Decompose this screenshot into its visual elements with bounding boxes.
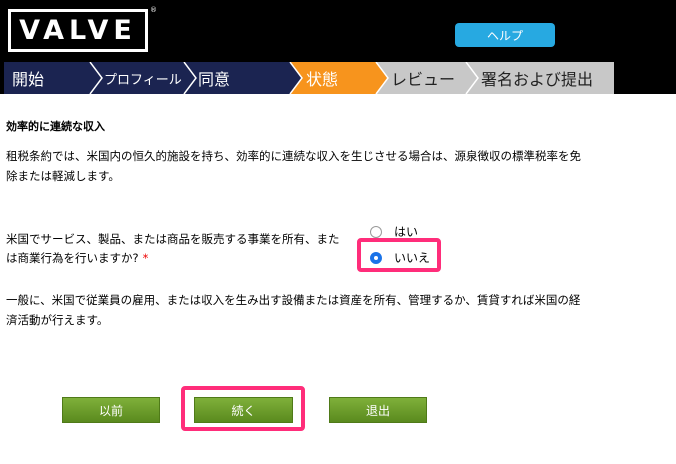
radio-no[interactable] [370,251,382,264]
valve-logo: VALVE [8,9,148,52]
step-status: 状態 [306,62,338,94]
form-content: 効率的に連続な収入 租税条約では、米国内の恒久的施設を持ち、効率的に連続な収入を… [0,94,676,464]
step-start: 開始 [12,62,44,94]
radio-yes[interactable] [370,225,382,238]
business-question: 米国でサービス、製品、または商品を販売する事業を所有、または商業行為を行いますか… [6,230,346,268]
step-label: 状態 [306,70,339,89]
continue-button[interactable]: 続く [194,397,293,423]
question-text: 米国でサービス、製品、または商品を販売する事業を所有、または商業行為を行いますか… [6,232,340,265]
step-label: プロフィール [104,72,182,88]
exit-button[interactable]: 退出 [329,397,427,423]
step-label: レビュー [391,70,456,89]
previous-button[interactable]: 以前 [62,397,160,423]
required-mark: * [142,251,149,265]
step-label: 同意 [198,70,231,89]
step-sign-submit: 署名および提出 [481,62,593,94]
logo-text: VALVE [19,15,137,46]
header: VALVE ® ヘルプ [0,0,676,62]
step-review: レビュー [391,62,455,94]
radio-no-label: いいえ [394,251,431,265]
help-button[interactable]: ヘルプ [455,23,555,47]
step-shape-status [290,62,388,94]
progress-steps: 開始 プロフィール 同意 状態 レビュー 署名および提出 [4,62,614,94]
radio-option-no[interactable]: いいえ [370,249,430,266]
step-profile: プロフィール [104,62,182,94]
intro-text: 租税条約では、米国内の恒久的施設を持ち、効率的に連続な収入を生じさせる場合は、源… [6,149,581,183]
section-title: 効率的に連続な収入 [6,120,105,133]
registered-mark: ® [150,6,157,14]
explanation-text: 一般に、米国で従業員の雇用、または収入を生み出す設備または資産を所有、管理するか… [6,293,581,327]
step-label: 署名および提出 [481,70,594,89]
step-consent: 同意 [198,62,230,94]
step-label: 開始 [12,70,45,89]
